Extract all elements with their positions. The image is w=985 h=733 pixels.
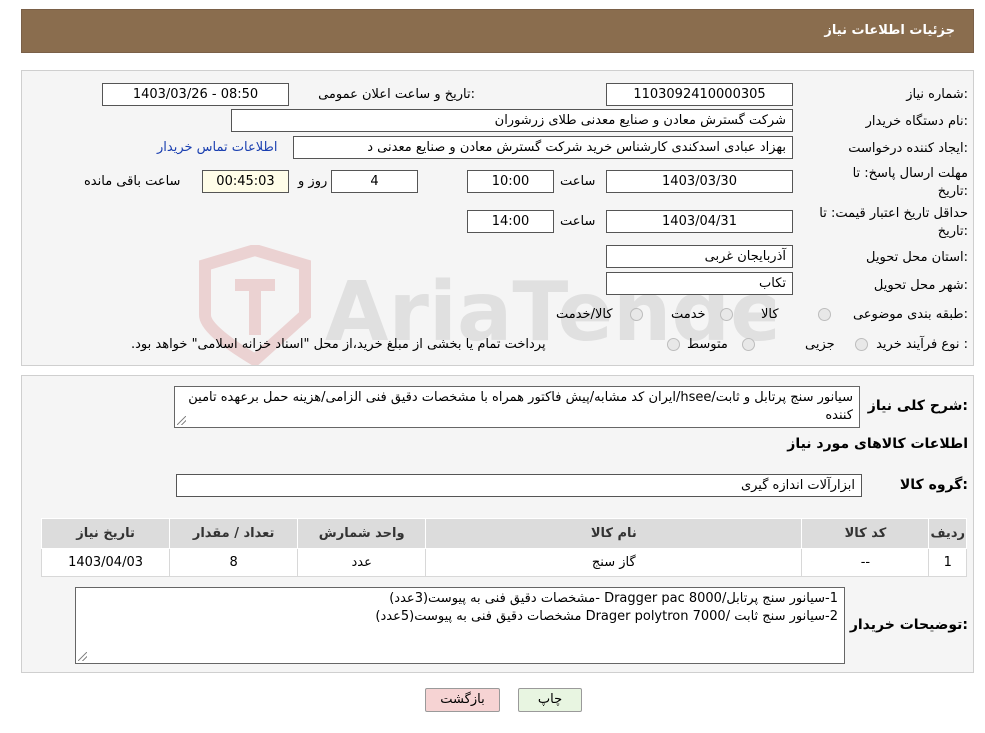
process-checkbox-treasury[interactable] <box>667 338 680 351</box>
cell-row-num: 1 <box>928 548 967 577</box>
category-radio-goods[interactable] <box>818 308 831 321</box>
creator-field: بهزاد عبادی اسدکندی کارشناس خرید شرکت گس… <box>293 136 793 159</box>
process-note: پرداخت تمام یا بخشی از مبلغ خرید،از محل … <box>131 337 546 352</box>
page-header: جزئیات اطلاعات نیاز <box>21 9 974 53</box>
col-header-need-date: تاریخ نیاز <box>40 518 171 549</box>
buyer-notes-line-2: 2-سیانور سنج ثابت /Drager polytron 7000 … <box>375 609 838 624</box>
buyer-notes-textarea[interactable]: 1-سیانور سنج پرتابل/Dragger pac 8000 -مش… <box>75 587 845 664</box>
process-label: نوع فرآیند خرید : <box>876 337 968 352</box>
cell-item-name: گاز سنج <box>425 548 803 577</box>
col-header-quantity: تعداد / مقدار <box>169 518 299 549</box>
category-radio-goods-service[interactable] <box>630 308 643 321</box>
items-table: ردیف کد کالا نام کالا واحد شمارش تعداد /… <box>40 518 967 577</box>
province-field: آذربایجان غربی <box>606 245 793 268</box>
province-label: استان محل تحویل: <box>866 250 968 265</box>
days-label: روز و <box>298 174 328 189</box>
remaining-time-label: ساعت باقی مانده <box>84 174 181 189</box>
resize-grip-icon[interactable] <box>78 652 87 661</box>
buyer-contact-link[interactable]: اطلاعات تماس خریدار <box>157 140 277 155</box>
remaining-time-field: 00:45:03 <box>202 170 289 193</box>
summary-text: سیانور سنج پرتابل و ثابت/hsee/ایران کد م… <box>188 390 853 423</box>
city-field: تکاب <box>606 272 793 295</box>
city-label: شهر محل تحویل: <box>873 278 968 293</box>
days-field: 4 <box>331 170 418 193</box>
summary-label: شرح کلی نیاز: <box>867 398 968 414</box>
reply-deadline-label-2: تاریخ: <box>937 184 968 199</box>
need-number-label: شماره نیاز: <box>906 87 968 102</box>
cell-item-code: -- <box>801 548 930 577</box>
cell-unit: عدد <box>297 548 427 577</box>
cell-need-date: 1403/04/03 <box>40 548 171 577</box>
col-header-item-code: کد کالا <box>801 518 930 549</box>
buyer-notes-line-1: 1-سیانور سنج پرتابل/Dragger pac 8000 -مش… <box>389 591 838 606</box>
category-option-goods-service: کالا/خدمت <box>556 307 613 322</box>
page-title: جزئیات اطلاعات نیاز <box>824 23 955 38</box>
price-validity-label-2: تاریخ: <box>937 224 968 239</box>
buyer-org-label: نام دستگاه خریدار: <box>865 114 968 129</box>
reply-deadline-label: مهلت ارسال پاسخ: تا <box>852 166 968 181</box>
print-button[interactable]: چاپ <box>518 688 582 712</box>
need-number-field: 1103092410000305 <box>606 83 793 106</box>
process-radio-medium[interactable] <box>742 338 755 351</box>
table-row: 1 -- گاز سنج عدد 8 1403/04/03 <box>40 548 967 577</box>
price-date-field: 1403/04/31 <box>606 210 793 233</box>
goods-info-title: اطلاعات کالاهای مورد نیاز <box>787 436 968 452</box>
creator-label: ایجاد کننده درخواست: <box>848 141 968 156</box>
announce-label: تاریخ و ساعت اعلان عمومی: <box>318 87 475 102</box>
price-time-field: 14:00 <box>467 210 554 233</box>
cell-quantity: 8 <box>169 548 299 577</box>
process-option-medium: متوسط <box>687 337 728 352</box>
items-table-header: ردیف کد کالا نام کالا واحد شمارش تعداد /… <box>40 518 967 549</box>
back-button[interactable]: بازگشت <box>425 688 500 712</box>
goods-group-field: ابزارآلات اندازه گیری <box>176 474 862 497</box>
category-option-goods: کالا <box>761 307 779 322</box>
goods-group-label: گروه کالا: <box>899 477 968 493</box>
reply-date-field: 1403/03/30 <box>606 170 793 193</box>
reply-time-label: ساعت <box>560 174 596 189</box>
category-label: طبقه بندی موضوعی: <box>852 307 968 322</box>
price-time-label: ساعت <box>560 214 596 229</box>
col-header-unit: واحد شمارش <box>297 518 427 549</box>
price-validity-label: حداقل تاریخ اعتبار قیمت: تا <box>819 206 968 221</box>
summary-textarea[interactable]: سیانور سنج پرتابل و ثابت/hsee/ایران کد م… <box>174 386 860 428</box>
announce-field: 1403/03/26 - 08:50 <box>102 83 289 106</box>
category-radio-service[interactable] <box>720 308 733 321</box>
process-option-minor: جزیی <box>805 337 835 352</box>
process-radio-minor[interactable] <box>855 338 868 351</box>
buyer-notes-label: توضیحات خریدار: <box>849 617 968 633</box>
col-header-row-num: ردیف <box>928 518 967 549</box>
buyer-org-field: شرکت گسترش معادن و صنایع معدنی طلای زرشو… <box>231 109 793 132</box>
category-option-service: خدمت <box>671 307 706 322</box>
reply-time-field: 10:00 <box>467 170 554 193</box>
col-header-item-name: نام کالا <box>425 518 803 549</box>
resize-grip-icon[interactable] <box>177 416 186 425</box>
